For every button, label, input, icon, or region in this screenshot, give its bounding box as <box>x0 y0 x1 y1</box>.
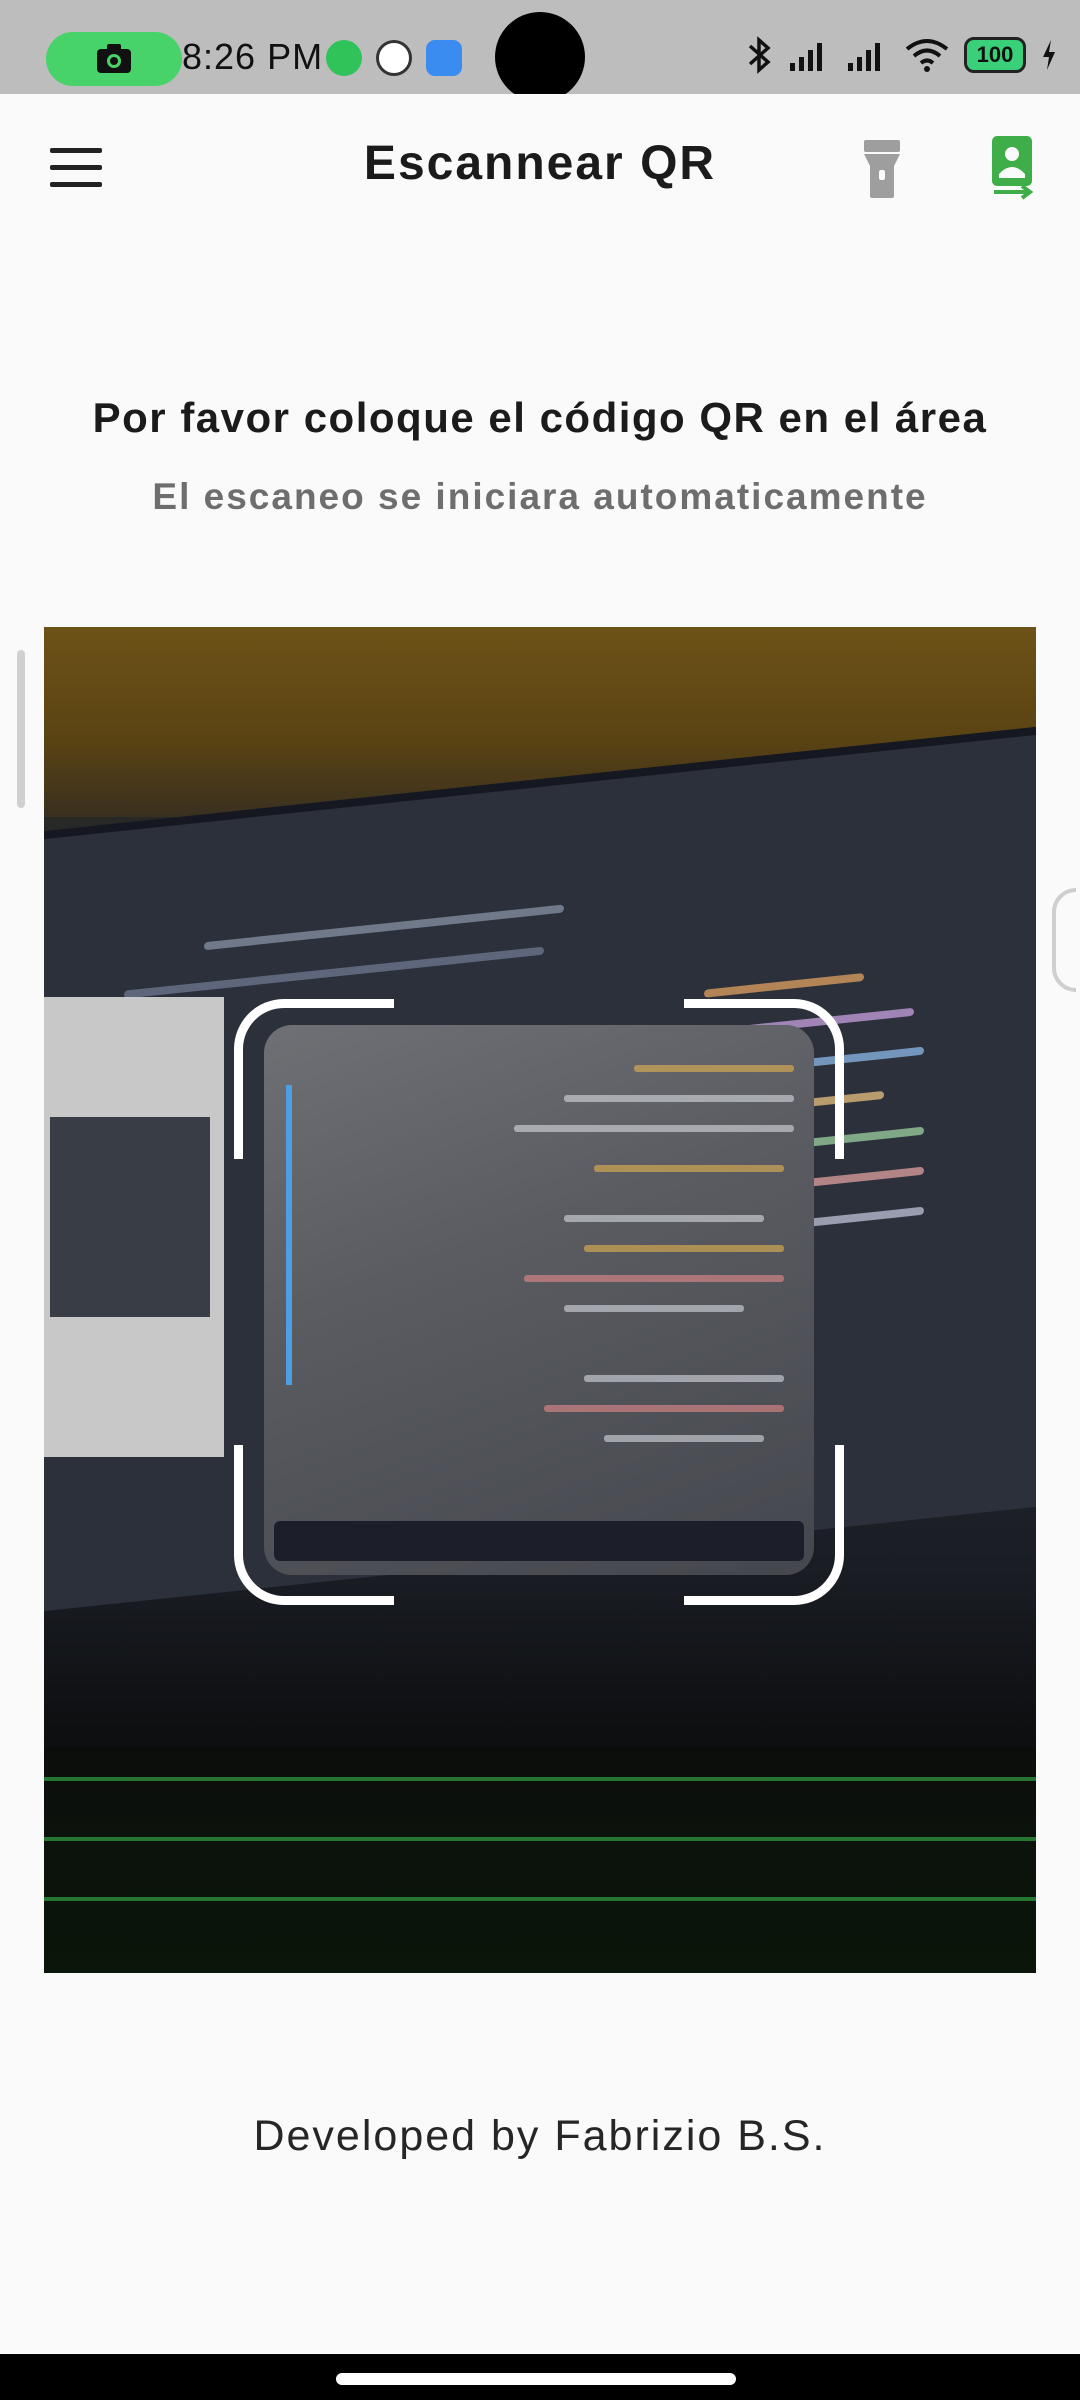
scan-frame-corner-bottom-left <box>234 1445 394 1605</box>
switch-camera-icon[interactable] <box>988 134 1036 200</box>
status-bar: 8:26 PM 100 <box>0 0 1080 102</box>
whatsapp-icon <box>326 40 362 76</box>
battery-icon: 100 <box>964 37 1026 73</box>
screen-recording-indicator[interactable] <box>46 32 182 86</box>
camera-keyboard <box>44 1747 1036 1973</box>
edge-panel-handle[interactable] <box>1052 888 1076 992</box>
signal-icon <box>848 43 880 71</box>
signal-icon <box>790 43 822 71</box>
scrollbar[interactable] <box>17 650 25 808</box>
instruction-title: Por favor coloque el código QR en el áre… <box>92 394 988 441</box>
home-gesture-bar[interactable] <box>336 2373 736 2385</box>
instruction-subtitle: El escaneo se iniciara automaticamente <box>152 476 928 517</box>
front-camera-cutout <box>495 12 585 102</box>
system-icons: 100 <box>746 36 1058 74</box>
status-time: 8:26 PM <box>182 36 324 77</box>
compass-app-icon <box>376 40 412 76</box>
play-store-icon <box>426 40 462 76</box>
app-bar: Escannear QR <box>0 94 1080 244</box>
scan-frame-corner-top-left <box>234 999 394 1159</box>
wifi-icon <box>905 39 949 72</box>
camera-phone-reflection <box>44 997 224 1457</box>
charging-icon <box>1043 40 1055 70</box>
camera-recording-icon <box>97 44 131 73</box>
scan-frame-corner-top-right <box>684 999 844 1159</box>
camera-preview[interactable] <box>44 627 1036 1973</box>
flashlight-icon[interactable] <box>860 138 904 200</box>
bluetooth-icon <box>748 36 771 74</box>
developer-credit: Developed by Fabrizio B.S. <box>253 2112 827 2160</box>
scan-frame-corner-bottom-right <box>684 1445 844 1605</box>
page-title: Escannear QR <box>363 137 717 190</box>
notification-icons <box>326 40 462 76</box>
